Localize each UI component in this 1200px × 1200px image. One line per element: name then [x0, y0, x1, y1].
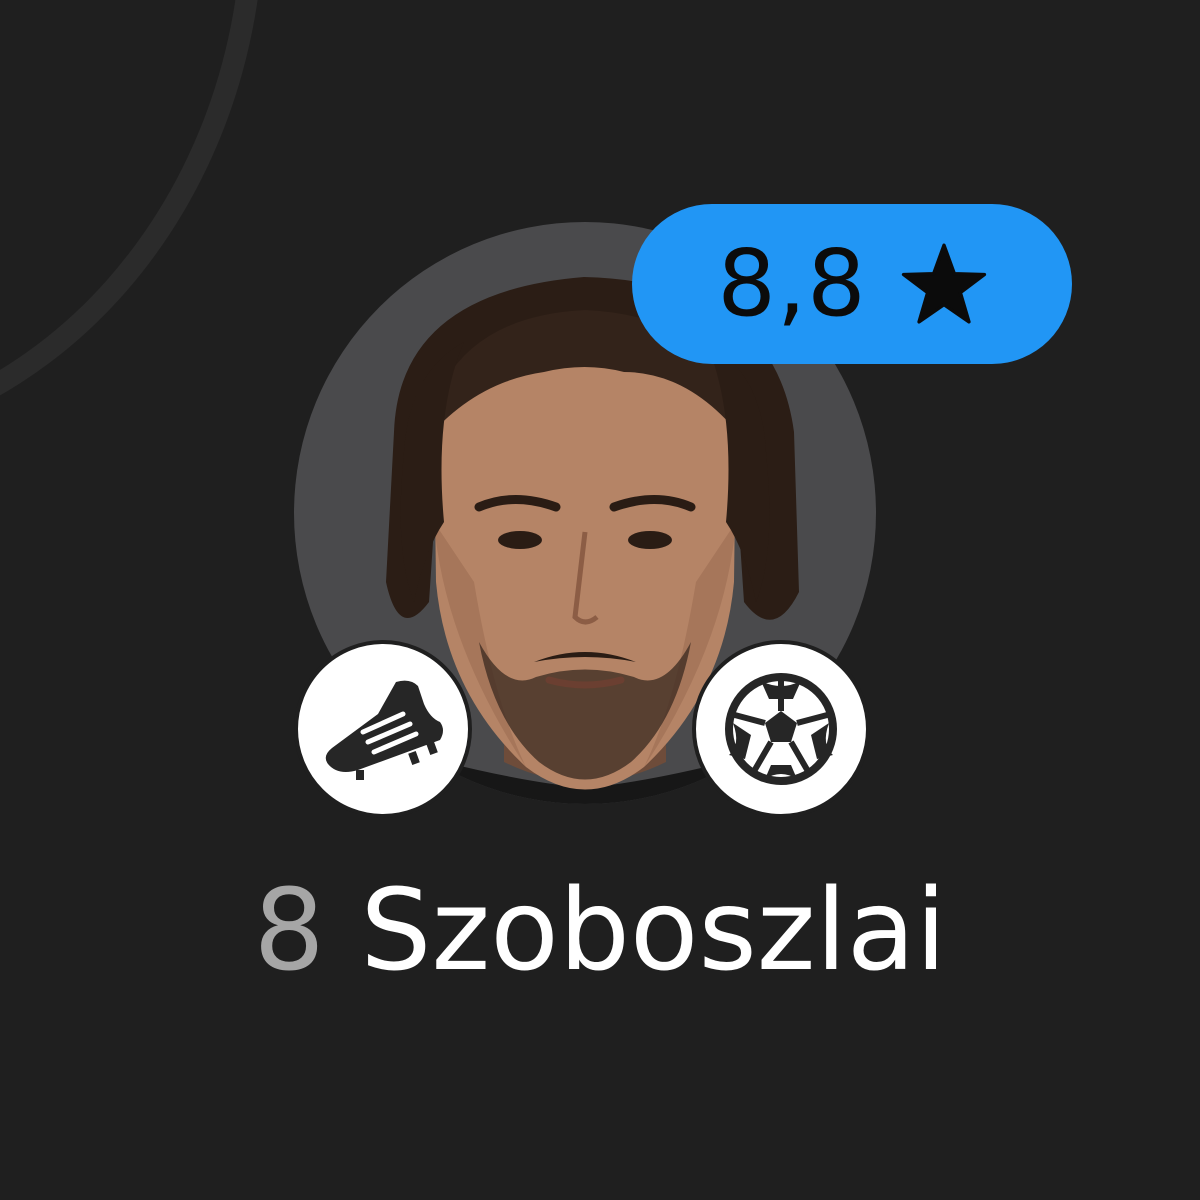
football-ball-icon[interactable] — [692, 640, 870, 818]
rating-value: 8,8 — [717, 230, 867, 337]
player-name: Szoboszlai — [360, 866, 947, 996]
ball-glyph — [725, 673, 837, 785]
rating-badge[interactable]: 8,8 — [632, 204, 1072, 364]
football-boot-icon[interactable] — [294, 640, 472, 818]
star-icon — [901, 243, 986, 324]
boot-glyph — [325, 680, 443, 780]
player-rating-screen: 8,8 8 Szoboszlai — [0, 0, 1200, 1200]
player-name-row: 8 Szoboszlai — [0, 869, 1200, 993]
player-card[interactable]: 8,8 8 Szoboszlai — [0, 0, 1200, 1200]
shirt-number: 8 — [253, 866, 325, 996]
